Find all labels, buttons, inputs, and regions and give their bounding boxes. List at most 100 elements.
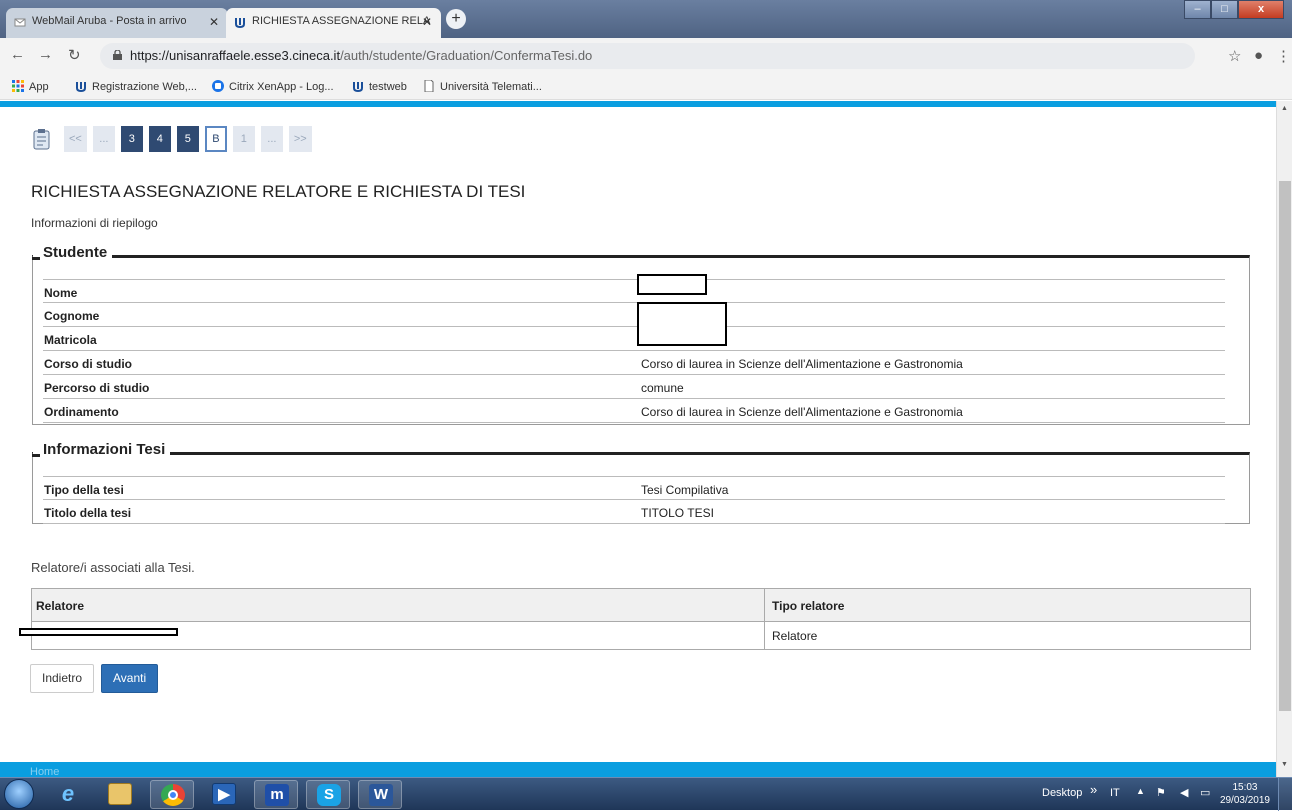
page-icon (424, 80, 434, 92)
bookmark-apps[interactable]: App (12, 80, 49, 93)
field-label: Titolo della tesi (44, 506, 132, 520)
step-last[interactable]: >> (288, 126, 312, 152)
skype-icon: S (317, 784, 341, 806)
step-5[interactable]: 5 (176, 126, 199, 152)
back-button[interactable]: Indietro (30, 664, 95, 693)
speaker-icon[interactable]: ◀ (1180, 786, 1188, 799)
system-clock[interactable]: 15:03 29/03/2019 (1220, 781, 1270, 807)
scroll-down-icon[interactable]: ▼ (1281, 761, 1288, 768)
field-value: comune (641, 381, 684, 395)
bookmark-testweb[interactable]: testweb (352, 80, 407, 93)
language-indicator[interactable]: IT (1110, 787, 1120, 799)
taskbar-chrome[interactable] (150, 780, 194, 809)
field-value: Corso di laurea in Scienze dell'Alimenta… (641, 357, 963, 371)
field-value: TITOLO TESI (641, 506, 714, 520)
wizard-steps: << ... 3 4 5 B 1 ... >> (32, 125, 318, 153)
bookmark-label: Registrazione Web,... (92, 81, 197, 93)
step-ellipsis[interactable]: ... (92, 126, 115, 152)
star-bookmark-icon[interactable]: ☆ (1228, 47, 1241, 65)
step-first[interactable]: << (64, 126, 87, 152)
redaction-box (637, 274, 707, 295)
scrollbar-thumb[interactable] (1279, 181, 1291, 711)
desktop-toolbar-label[interactable]: Desktop (1042, 787, 1082, 799)
taskbar-ie[interactable]: e (46, 780, 90, 809)
table-row: Percorso di studio comune (43, 375, 1225, 399)
window-controls: – □ x (1184, 0, 1284, 20)
show-desktop-button[interactable] (1278, 778, 1292, 811)
step-ellipsis[interactable]: ... (260, 126, 283, 152)
table-row: Ordinamento Corso di laurea in Scienze de… (43, 399, 1225, 423)
lock-icon (113, 50, 122, 60)
field-label: Matricola (44, 333, 97, 347)
table-row: Nome (43, 279, 1225, 303)
close-tab-icon[interactable]: ✕ (209, 15, 219, 29)
tray-expand-icon[interactable]: ▲ (1136, 786, 1145, 796)
field-value: Tesi Compilativa (641, 483, 729, 497)
vertical-scrollbar[interactable]: ▲ ▼ (1276, 101, 1292, 777)
taskbar-word[interactable]: W (358, 780, 402, 809)
taskbar-skype[interactable]: S (306, 780, 350, 809)
maximize-button[interactable]: □ (1211, 0, 1238, 19)
tab-webmail[interactable]: WebMail Aruba - Posta in arrivo ✕ (6, 8, 228, 38)
tab-label: WebMail Aruba - Posta in arrivo (32, 15, 187, 27)
footer-home-link[interactable]: Home (30, 766, 59, 777)
folder-icon (108, 783, 132, 805)
table-row: Titolo della tesi TITOLO TESI (43, 500, 1225, 524)
bookmark-citrix[interactable]: Citrix XenApp - Log... (212, 80, 334, 93)
university-logo-icon (353, 82, 363, 92)
tesi-fieldset: Informazioni Tesi Tipo della tesi Tesi Co… (31, 441, 1250, 524)
table-row: Matricola (43, 327, 1225, 351)
network-icon[interactable]: ▭ (1200, 786, 1210, 799)
page-subtitle: Informazioni di riepilogo (31, 216, 158, 230)
step-4[interactable]: 4 (148, 126, 171, 152)
start-button[interactable] (4, 779, 34, 809)
url-path: /auth/studente/Graduation/ConfermaTesi.d… (340, 48, 593, 63)
address-bar: ← → ↻ https://unisanraffaele.esse3.cinec… (0, 38, 1292, 72)
browser-tab-bar: WebMail Aruba - Posta in arrivo ✕ RICHIE… (0, 0, 1292, 38)
profile-icon[interactable]: ● (1254, 47, 1263, 64)
bookmark-universita[interactable]: Università Telemati... (423, 80, 542, 93)
taskbar-media[interactable]: ▶ (202, 780, 246, 809)
envelope-icon (14, 18, 26, 27)
next-button[interactable]: Avanti (101, 664, 159, 693)
step-current-b[interactable]: B (204, 126, 227, 152)
reload-icon[interactable]: ↻ (68, 46, 81, 64)
step-1[interactable]: 1 (232, 126, 255, 152)
new-tab-button[interactable]: + (446, 9, 466, 29)
close-window-button[interactable]: x (1238, 0, 1284, 19)
chevron-right-icon[interactable]: » (1090, 782, 1097, 797)
scroll-up-icon[interactable]: ▲ (1281, 105, 1288, 112)
clock-date: 29/03/2019 (1219, 795, 1270, 806)
tab-richiesta[interactable]: RICHIESTA ASSEGNAZIONE RELA ✕ (226, 8, 441, 38)
table-header-row: Relatore Tipo relatore (32, 589, 1250, 622)
url-input[interactable]: https://unisanraffaele.esse3.cineca.it/a… (100, 43, 1195, 69)
redaction-box (637, 302, 727, 346)
field-value: Corso di laurea in Scienze dell'Alimenta… (641, 405, 963, 419)
windows-taskbar: e ▶ m S W Desktop » IT ▲ ⚑ ◀ ▭ 15:03 29/… (0, 777, 1292, 811)
column-divider (764, 589, 765, 621)
clipboard-icon (33, 129, 50, 150)
studente-legend: Studente (31, 244, 113, 261)
table-row: Corso di studio Corso di laurea in Scienz… (43, 351, 1225, 375)
taskbar-university[interactable]: m (254, 780, 298, 809)
tesi-legend: Informazioni Tesi (31, 441, 171, 458)
column-header-tipo: Tipo relatore (772, 599, 845, 613)
apps-grid-icon (12, 80, 24, 92)
minimize-button[interactable]: – (1184, 0, 1211, 19)
step-3[interactable]: 3 (120, 126, 143, 152)
taskbar-explorer[interactable] (98, 780, 142, 809)
relatore-tipo: Relatore (772, 629, 818, 643)
back-arrow-icon[interactable]: ← (10, 46, 25, 63)
citrix-icon (212, 80, 224, 92)
relatori-heading: Relatore/i associati alla Tesi. (31, 560, 195, 575)
close-tab-icon[interactable]: ✕ (422, 15, 432, 29)
bookmark-registrazione[interactable]: Registrazione Web,... (75, 80, 197, 93)
menu-dots-icon[interactable]: ⋮ (1276, 47, 1291, 65)
page-viewport: << ... 3 4 5 B 1 ... >> RICHIESTA ASSEGN… (0, 101, 1292, 777)
redaction-box (19, 628, 178, 636)
relatori-table: Relatore Tipo relatore Relatore (31, 588, 1251, 650)
clock-time: 15:03 (1232, 782, 1258, 793)
page-footer: Home (0, 762, 1276, 777)
flag-icon[interactable]: ⚑ (1156, 786, 1166, 799)
forward-arrow-icon[interactable]: → (38, 46, 53, 63)
